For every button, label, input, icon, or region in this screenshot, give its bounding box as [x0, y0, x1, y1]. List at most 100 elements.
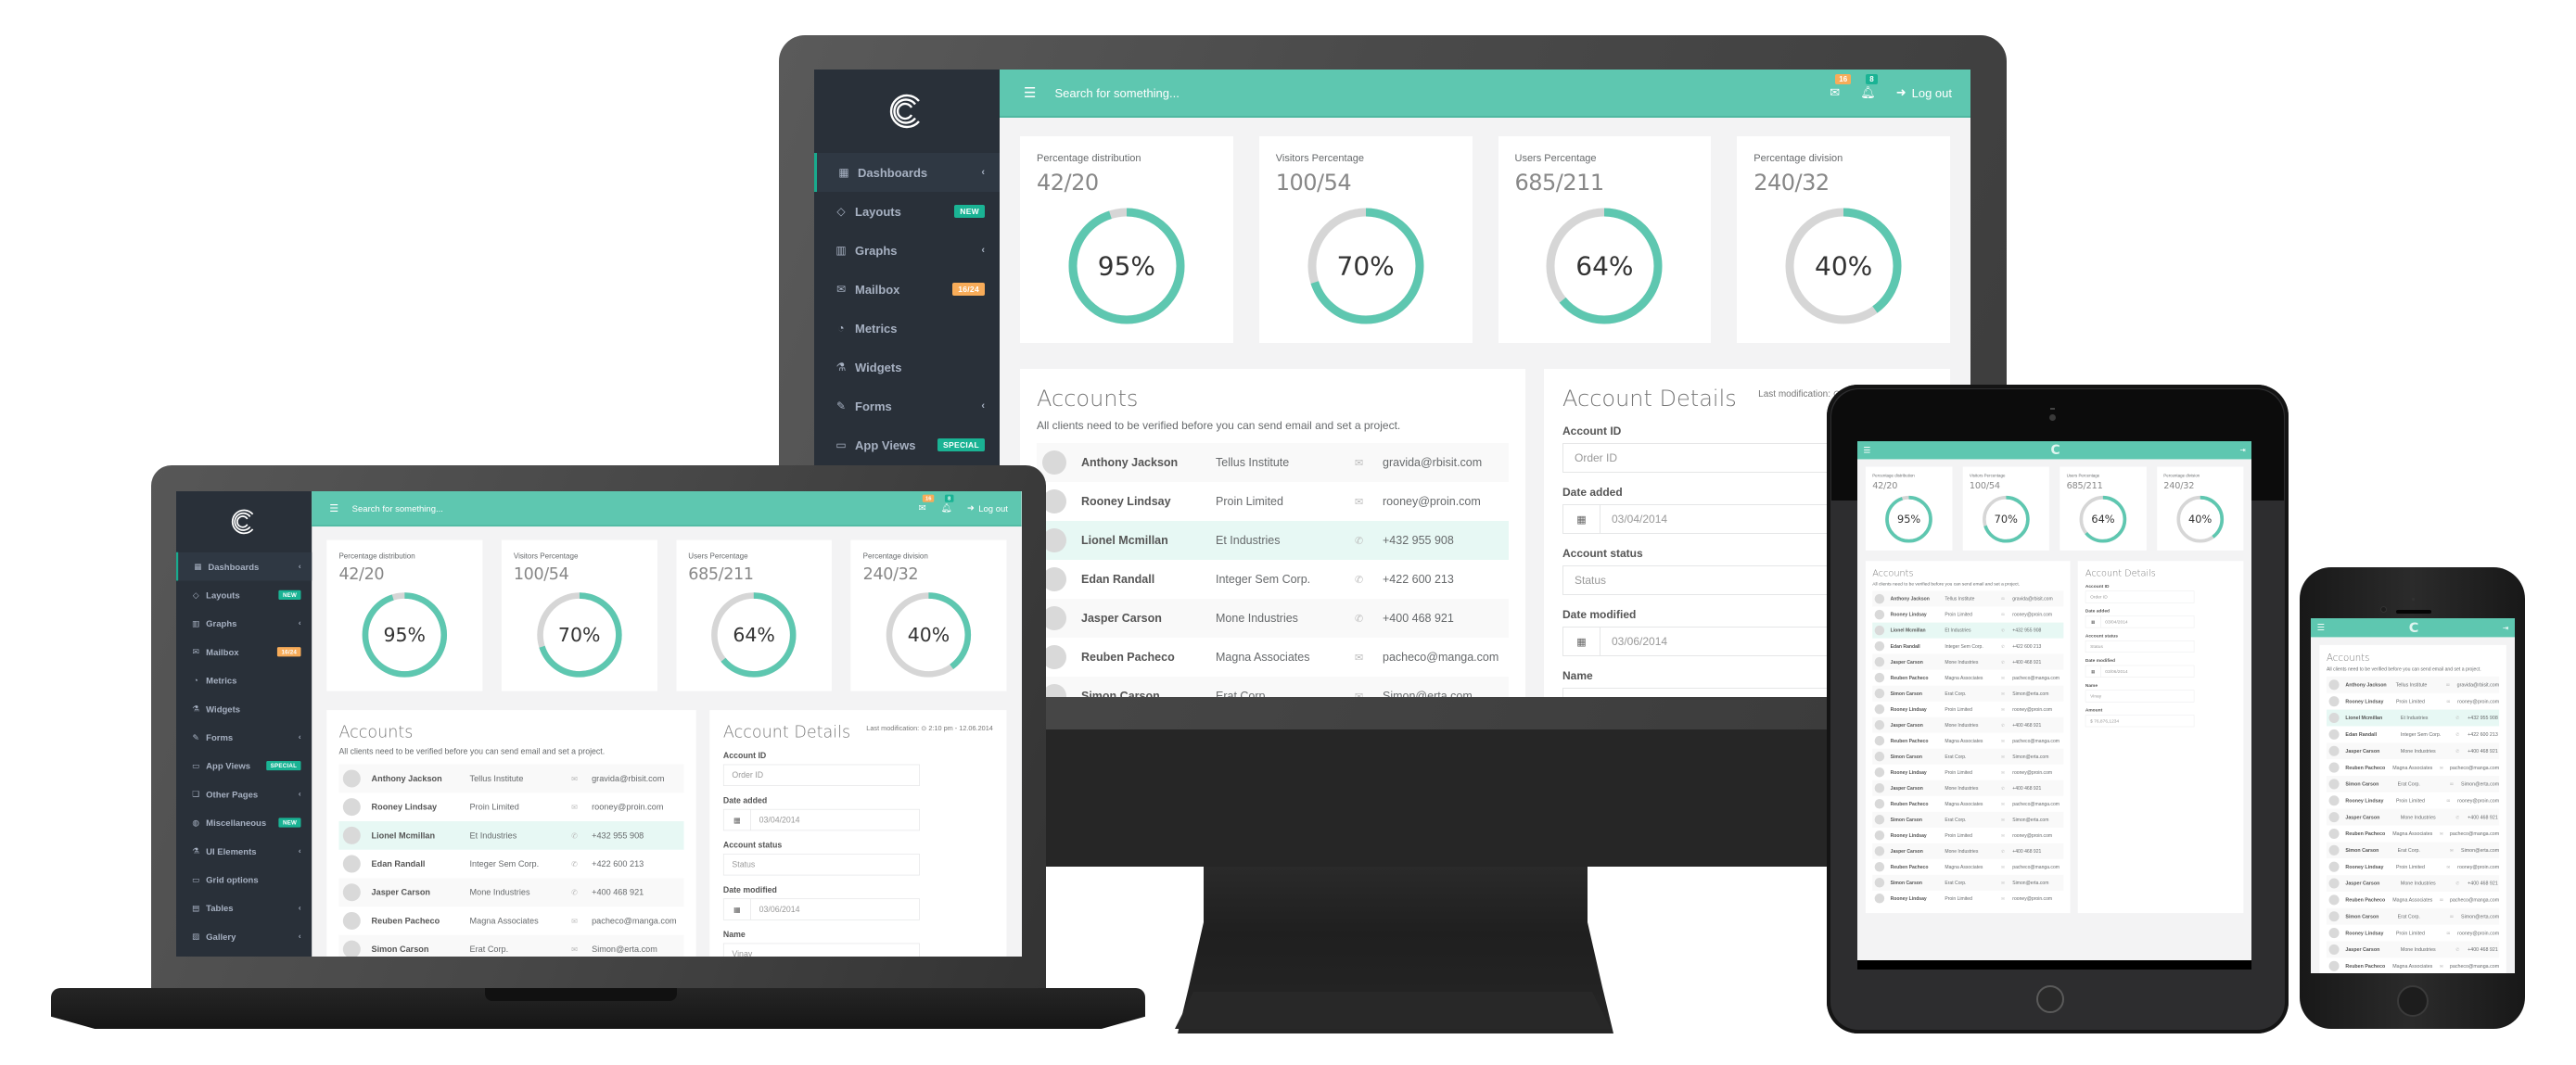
account-id-field[interactable]: Order ID [2085, 590, 2195, 603]
account-contact[interactable]: rooney@proin.com [2012, 895, 2063, 901]
account-contact[interactable]: +400 468 921 [2012, 785, 2063, 791]
account-contact[interactable]: +432 955 908 [1383, 534, 1509, 547]
account-contact[interactable]: rooney@proin.com [2012, 706, 2063, 712]
sidebar-item-widgets[interactable]: ⚗ Widgets [814, 348, 1000, 387]
account-row[interactable]: Simon Carson Erat Corp. ✉ Simon@erta.com [1872, 811, 2064, 828]
menu-toggle-icon[interactable]: ☰ [1863, 445, 1870, 455]
account-contact[interactable]: +400 468 921 [2012, 659, 2063, 665]
sidebar-item-ui-elements[interactable]: ⚗ UI Elements ‹ [176, 837, 312, 866]
sidebar-item-app-views[interactable]: ▭ App Views SPECIAL [176, 752, 312, 780]
sidebar-item-forms[interactable]: ✎ Forms ‹ [814, 387, 1000, 425]
account-contact[interactable]: rooney@proin.com [2457, 931, 2499, 936]
account-contact[interactable]: pacheco@manga.com [2450, 765, 2499, 770]
search-input[interactable]: Search for something... [352, 503, 904, 513]
sidebar-item-grid-options[interactable]: ▭ Grid options [176, 866, 312, 894]
account-contact[interactable]: +400 468 921 [1383, 612, 1509, 625]
account-row[interactable]: Reuben Pacheco Magna Associates ✉ pacheco@m… [338, 907, 683, 935]
menu-toggle-icon[interactable]: ☰ [1024, 84, 1036, 101]
sidebar-item-dashboards[interactable]: ▦ Dashboards ‹ [814, 153, 1000, 192]
date-added-field[interactable]: ▦ 03/04/2014 [722, 808, 920, 831]
account-contact[interactable]: gravida@rbisit.com [1383, 456, 1509, 469]
account-row[interactable]: Lionel Mcmillan Et Industries ✆ +432 955 90… [1037, 521, 1509, 560]
account-row[interactable]: Reuben Pacheco Magna Associates ✉ pacheco@m… [1872, 733, 2063, 749]
sidebar-item-layouts[interactable]: ◇ Layouts NEW [814, 192, 1000, 231]
account-contact[interactable]: gravida@rbisit.com [592, 774, 683, 783]
account-row[interactable]: Rooney Lindsay Proin Limited ✉ rooney@proin… [1872, 765, 2063, 780]
account-contact[interactable]: +422 600 213 [592, 859, 683, 868]
account-contact[interactable]: pacheco@manga.com [2450, 963, 2499, 969]
account-row[interactable]: Lionel Mcmillan Et Industries ✆ +432 955 90… [338, 820, 684, 850]
account-row[interactable]: Jasper Carson Mone Industries ✆ +400 468 92… [338, 878, 684, 907]
account-contact[interactable]: pacheco@manga.com [2012, 675, 2063, 680]
date-added-field[interactable]: ▦ 03/04/2014 [1562, 504, 1831, 534]
date-modified-field[interactable]: ▦ 03/06/2014 [722, 898, 920, 920]
account-contact[interactable]: gravida@rbisit.com [2457, 682, 2500, 688]
account-row[interactable]: Edan Randall Integer Sem Corp. ✆ +422 600 2… [338, 850, 683, 879]
account-row[interactable]: Reuben Pacheco Magna Associates ✉ pacheco@m… [2327, 759, 2499, 776]
account-row[interactable]: Lionel Mcmillan Et Industries ✆ +432 955 90… [2327, 709, 2500, 727]
account-row[interactable]: Simon Carson Erat Corp. ✉ Simon@erta.com [2327, 776, 2500, 792]
account-contact[interactable]: +422 600 213 [2468, 731, 2499, 737]
sidebar-item-miscellaneous[interactable]: ◍ Miscellaneous NEW [176, 808, 312, 837]
account-contact[interactable]: pacheco@manga.com [2012, 738, 2063, 743]
sidebar-item-mailbox[interactable]: ✉ Mailbox 16/24 [176, 638, 312, 666]
account-row[interactable]: Rooney Lindsay Proin Limited ✉ rooney@proin… [2327, 693, 2499, 710]
sidebar-item-forms[interactable]: ✎ Forms ‹ [176, 723, 312, 752]
account-status-field[interactable]: Status [1562, 565, 1831, 595]
account-contact[interactable]: Simon@erta.com [2012, 880, 2063, 885]
account-row[interactable]: Rooney Lindsay Proin Limited ✉ rooney@proin… [1872, 828, 2063, 843]
sidebar-item-gallery[interactable]: ▨ Gallery ‹ [176, 922, 312, 951]
account-row[interactable]: Jasper Carson Mone Industries ✆ +400 468 92… [2327, 742, 2500, 760]
logo[interactable] [814, 70, 1000, 153]
account-contact[interactable]: Simon@erta.com [2461, 847, 2499, 853]
sidebar-item-metrics[interactable]: ◔ Metrics [814, 309, 1000, 348]
logo[interactable] [176, 491, 312, 552]
account-contact[interactable]: rooney@proin.com [2457, 699, 2499, 704]
account-row[interactable]: Rooney Lindsay Proin Limited ✉ rooney@proin… [2327, 925, 2499, 942]
account-contact[interactable]: Simon@erta.com [592, 945, 683, 954]
tablet-home-button[interactable] [2036, 985, 2064, 1013]
account-row[interactable]: Rooney Lindsay Proin Limited ✉ rooney@proin… [2327, 858, 2499, 875]
sidebar-item-graphs[interactable]: ▥ Graphs ‹ [176, 609, 312, 638]
account-row[interactable]: Reuben Pacheco Magna Associates ✉ pacheco@m… [1037, 638, 1509, 677]
account-row[interactable]: Jasper Carson Mone Industries ✆ +400 468 92… [2327, 941, 2500, 958]
account-contact[interactable]: Simon@erta.com [1383, 690, 1509, 697]
account-contact[interactable]: Simon@erta.com [2012, 691, 2063, 696]
mail-button[interactable]: ✉ 16 [919, 494, 935, 513]
account-row[interactable]: Simon Carson Erat Corp. ✉ Simon@erta.com [1037, 677, 1509, 697]
account-contact[interactable]: +422 600 213 [1383, 573, 1509, 586]
account-row[interactable]: Simon Carson Erat Corp. ✉ Simon@erta.com [2327, 907, 2500, 925]
account-row[interactable]: Jasper Carson Mone Industries ✆ +400 468 92… [1872, 780, 2064, 796]
account-contact[interactable]: Simon@erta.com [2461, 914, 2499, 919]
sidebar-item-graphs[interactable]: ▥ Graphs ‹ [814, 231, 1000, 270]
account-row[interactable]: Rooney Lindsay Proin Limited ✉ rooney@proin… [1872, 607, 2063, 623]
menu-toggle-icon[interactable]: ☰ [2317, 623, 2325, 633]
date-modified-field[interactable]: ▦ 03/06/2014 [2085, 665, 2195, 678]
sidebar-item-widgets[interactable]: ⚗ Widgets [176, 694, 312, 723]
account-contact[interactable]: rooney@proin.com [2012, 769, 2063, 775]
account-contact[interactable]: +400 468 921 [2468, 946, 2499, 952]
menu-toggle-icon[interactable]: ☰ [329, 502, 338, 513]
account-row[interactable]: Reuben Pacheco Magna Associates ✉ pacheco@m… [1872, 670, 2063, 686]
account-row[interactable]: Jasper Carson Mone Industries ✆ +400 468 92… [2327, 808, 2500, 826]
logo-icon[interactable]: C [2051, 443, 2060, 458]
account-row[interactable]: Simon Carson Erat Corp. ✉ Simon@erta.com [1872, 685, 2064, 702]
sidebar-item-app-views[interactable]: ▭ App Views SPECIAL [814, 425, 1000, 464]
notifications-button[interactable]: 🔔︎ 8 [1860, 74, 1878, 100]
account-row[interactable]: Simon Carson Erat Corp. ✉ Simon@erta.com [338, 934, 684, 957]
account-row[interactable]: Jasper Carson Mone Industries ✆ +400 468 92… [1037, 599, 1509, 638]
account-row[interactable]: Reuben Pacheco Magna Associates ✉ pacheco@m… [2327, 826, 2499, 843]
sidebar-item-dashboards[interactable]: ▦ Dashboards ‹ [176, 552, 312, 581]
account-contact[interactable]: pacheco@manga.com [1383, 651, 1509, 664]
account-row[interactable]: Rooney Lindsay Proin Limited ✉ rooney@proin… [2327, 792, 2499, 809]
account-contact[interactable]: pacheco@manga.com [2450, 831, 2499, 837]
account-row[interactable]: Jasper Carson Mone Industries ✆ +400 468 92… [2327, 875, 2500, 892]
account-contact[interactable]: +400 468 921 [2012, 848, 2063, 854]
account-row[interactable]: Simon Carson Erat Corp. ✉ Simon@erta.com [1872, 748, 2064, 765]
logout-button[interactable]: ➜ Log out [1896, 85, 1952, 100]
account-id-field[interactable]: Order ID [722, 764, 920, 786]
account-row[interactable]: Reuben Pacheco Magna Associates ✉ pacheco@m… [1872, 859, 2063, 875]
account-contact[interactable]: pacheco@manga.com [592, 916, 683, 925]
logout-button[interactable]: ➜ Log out [967, 502, 1008, 513]
account-id-field[interactable]: Order ID [1562, 443, 1831, 473]
